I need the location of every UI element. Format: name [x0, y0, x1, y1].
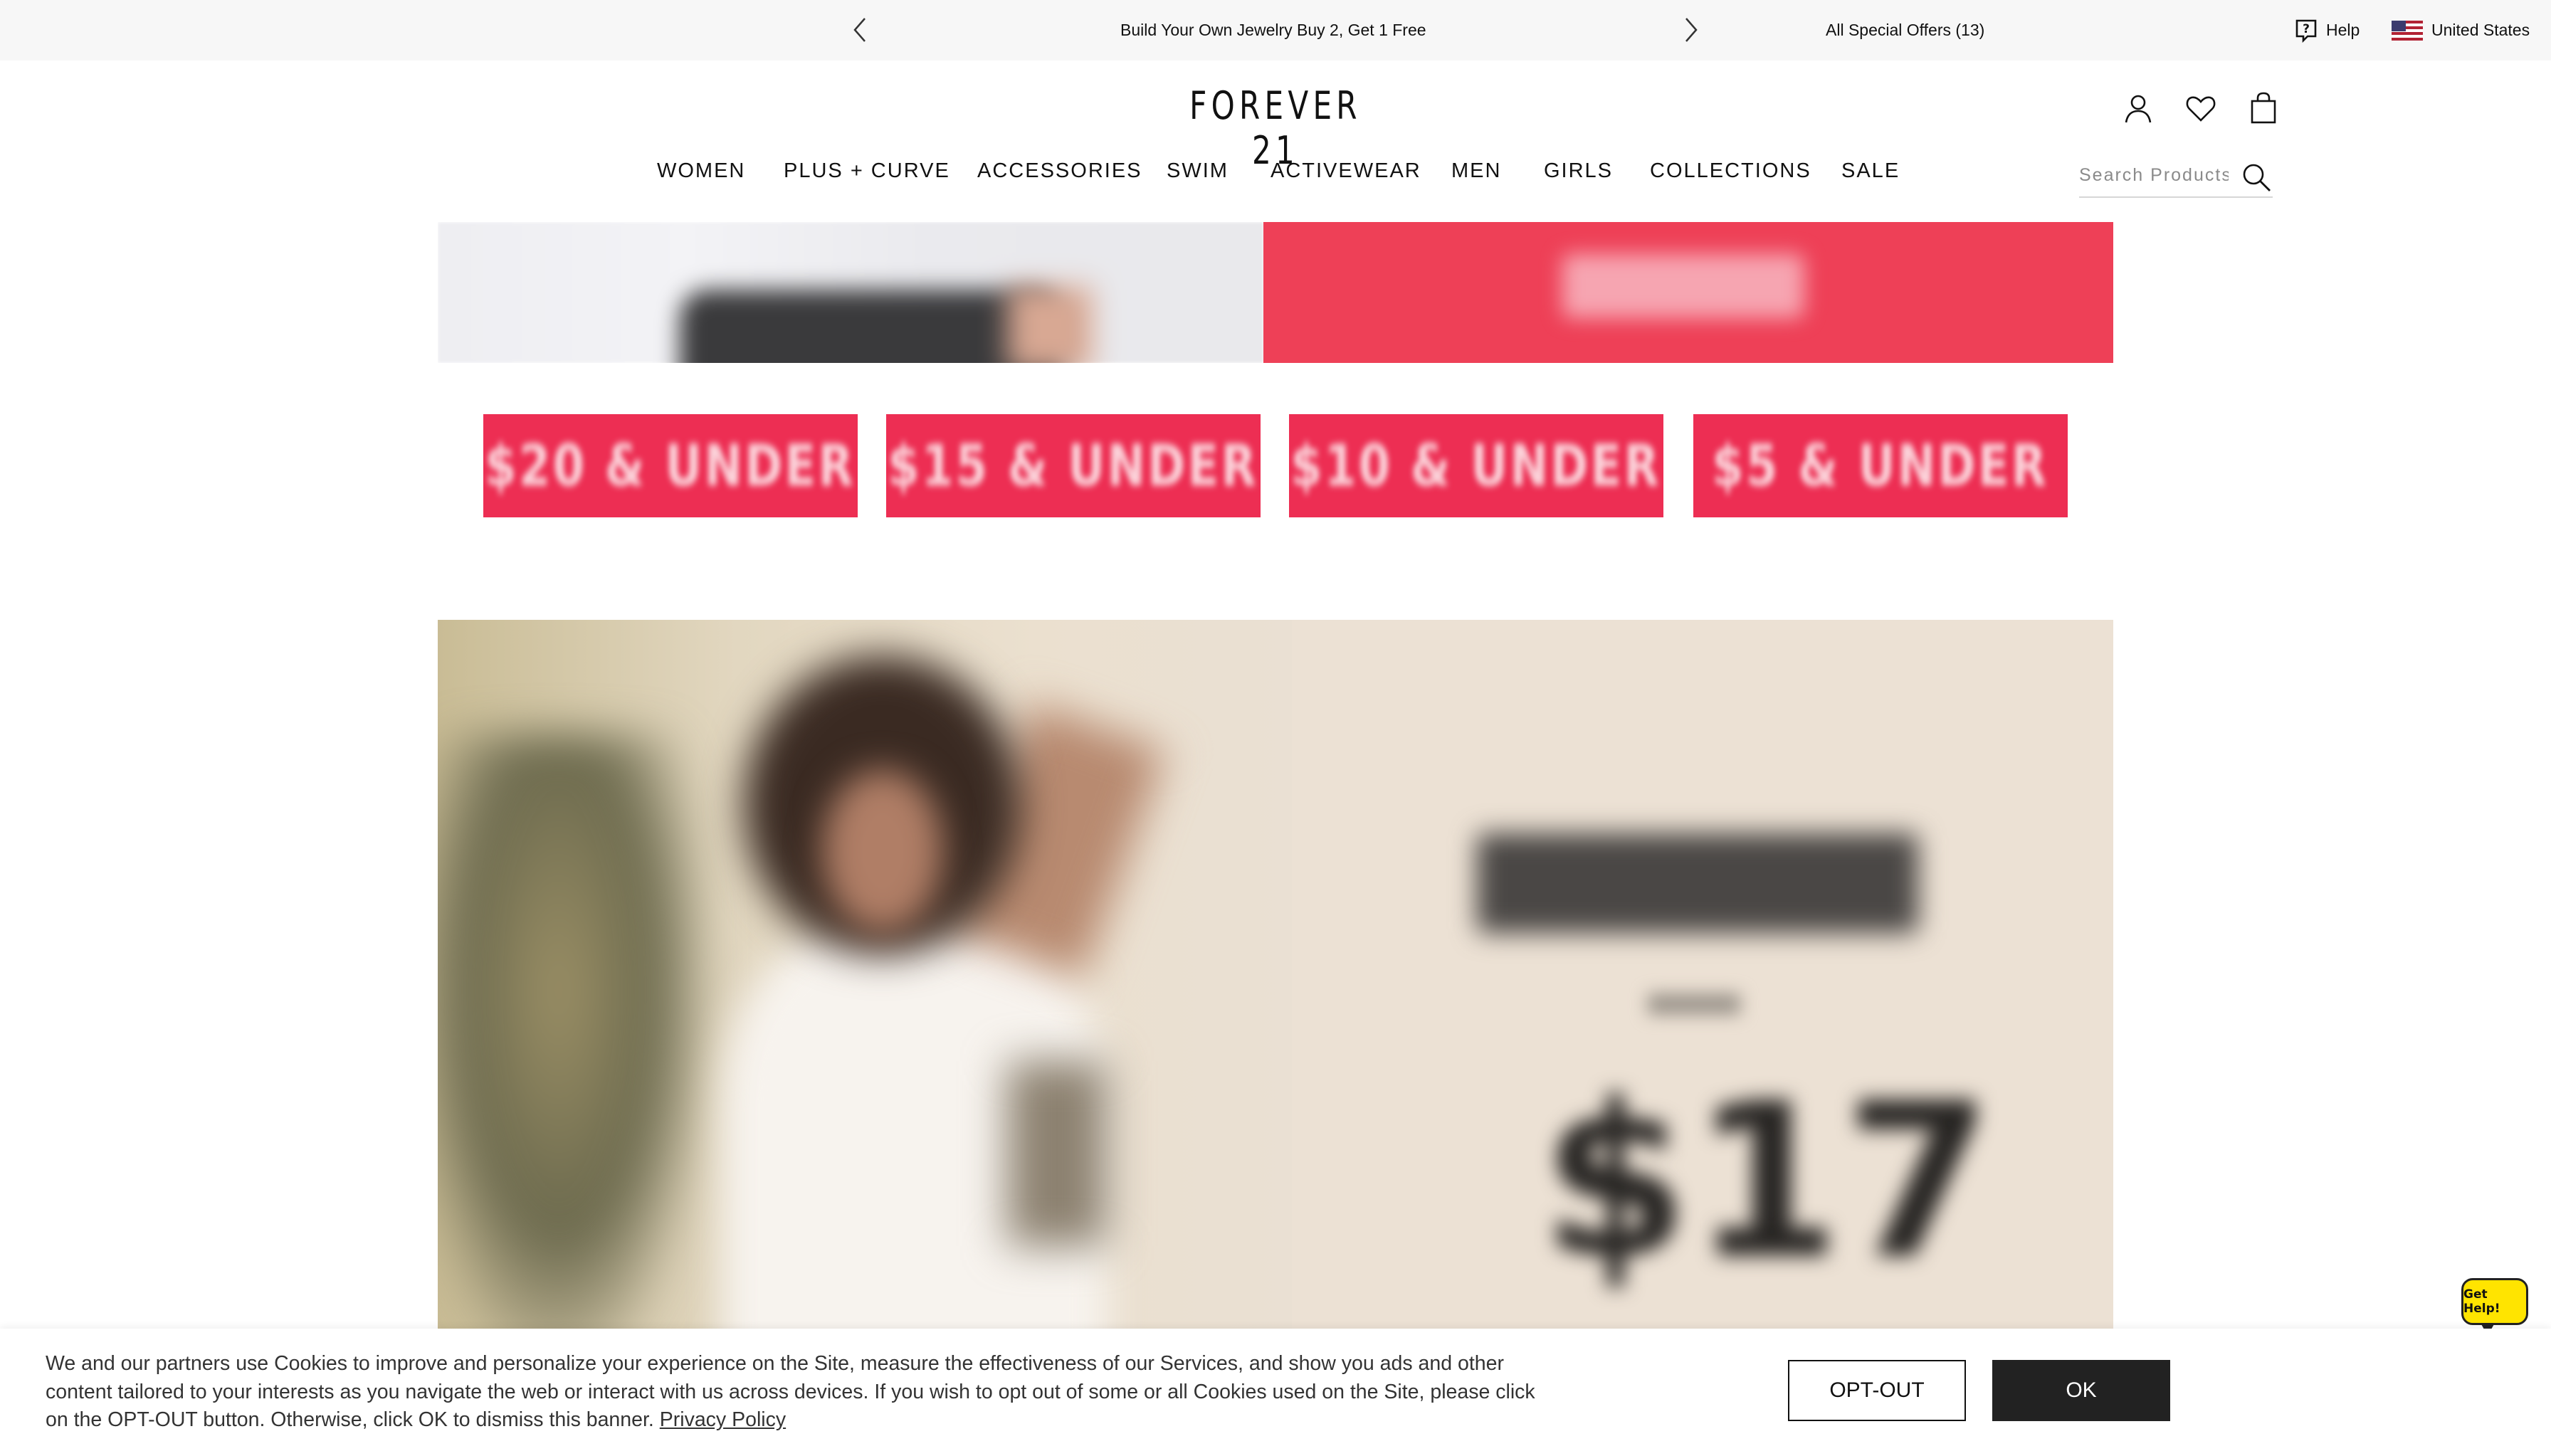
heart-icon[interactable]: [2184, 91, 2218, 125]
nav-item-accessories[interactable]: ACCESSORIES: [977, 159, 1142, 183]
bag-icon[interactable]: [2246, 91, 2281, 125]
ok-button[interactable]: OK: [1992, 1360, 2170, 1421]
promo-next-button[interactable]: [1676, 14, 1707, 46]
price-tile-20-under[interactable]: $20 & UNDER: [483, 414, 858, 517]
cookie-message: We and our partners use Cookies to impro…: [46, 1350, 1540, 1435]
nav-item-plus-curve[interactable]: PLUS + CURVE: [784, 159, 950, 183]
search-icon[interactable]: [2240, 161, 2273, 194]
nav-item-activewear[interactable]: ACTIVEWEAR: [1271, 159, 1421, 183]
help-link[interactable]: ? Help: [2295, 0, 2360, 60]
special-offers-link[interactable]: All Special Offers (13): [1826, 0, 1984, 60]
nav-item-collections[interactable]: COLLECTIONS: [1650, 159, 1811, 183]
hero-banner-image-right: [1263, 222, 2113, 363]
promo-bar: Build Your Own Jewelry Buy 2, Get 1 Free…: [0, 0, 2551, 60]
chevron-left-icon: [853, 18, 866, 42]
search-box: [2079, 158, 2273, 198]
get-help-chat-button[interactable]: Get Help!: [2461, 1278, 2528, 1336]
privacy-policy-link[interactable]: Privacy Policy: [660, 1408, 786, 1431]
nav-item-men[interactable]: MEN: [1451, 159, 1501, 183]
svg-text:?: ?: [2303, 22, 2310, 36]
help-label: Help: [2326, 21, 2360, 39]
nav-item-swim[interactable]: SWIM: [1167, 159, 1229, 183]
hero-banner-main[interactable]: $17: [438, 620, 2113, 1329]
price-tile-5-under[interactable]: $5 & UNDER: [1693, 414, 2068, 517]
promo-message[interactable]: Build Your Own Jewelry Buy 2, Get 1 Free: [1120, 0, 1426, 60]
country-selector[interactable]: United States: [2392, 0, 2530, 60]
promo-prev-button[interactable]: [844, 14, 875, 46]
nav-item-women[interactable]: WOMEN: [657, 159, 745, 183]
hero-banner-text: $17: [1477, 833, 1996, 1306]
hero-banner-top[interactable]: [438, 222, 2113, 363]
hero-banner-image-left: [438, 222, 1263, 363]
price-tile-15-under[interactable]: $15 & UNDER: [886, 414, 1261, 517]
opt-out-button[interactable]: OPT-OUT: [1788, 1360, 1966, 1421]
cookie-banner: We and our partners use Cookies to impro…: [0, 1329, 2551, 1456]
chevron-right-icon: [1685, 18, 1698, 42]
country-label: United States: [2431, 21, 2530, 39]
header-icons: [2121, 91, 2281, 125]
hero-price: $17: [1541, 1057, 1996, 1306]
nav-item-sale[interactable]: SALE: [1841, 159, 1900, 183]
help-icon: ?: [2295, 19, 2317, 43]
nav-item-girls[interactable]: GIRLS: [1544, 159, 1613, 183]
price-tiles: $20 & UNDER $15 & UNDER $10 & UNDER $5 &…: [483, 414, 2068, 517]
search-input[interactable]: [2079, 158, 2229, 192]
us-flag-icon: [2392, 20, 2423, 41]
cookie-text: We and our partners use Cookies to impro…: [46, 1352, 1535, 1431]
account-icon[interactable]: [2121, 91, 2155, 125]
price-tile-10-under[interactable]: $10 & UNDER: [1289, 414, 1663, 517]
